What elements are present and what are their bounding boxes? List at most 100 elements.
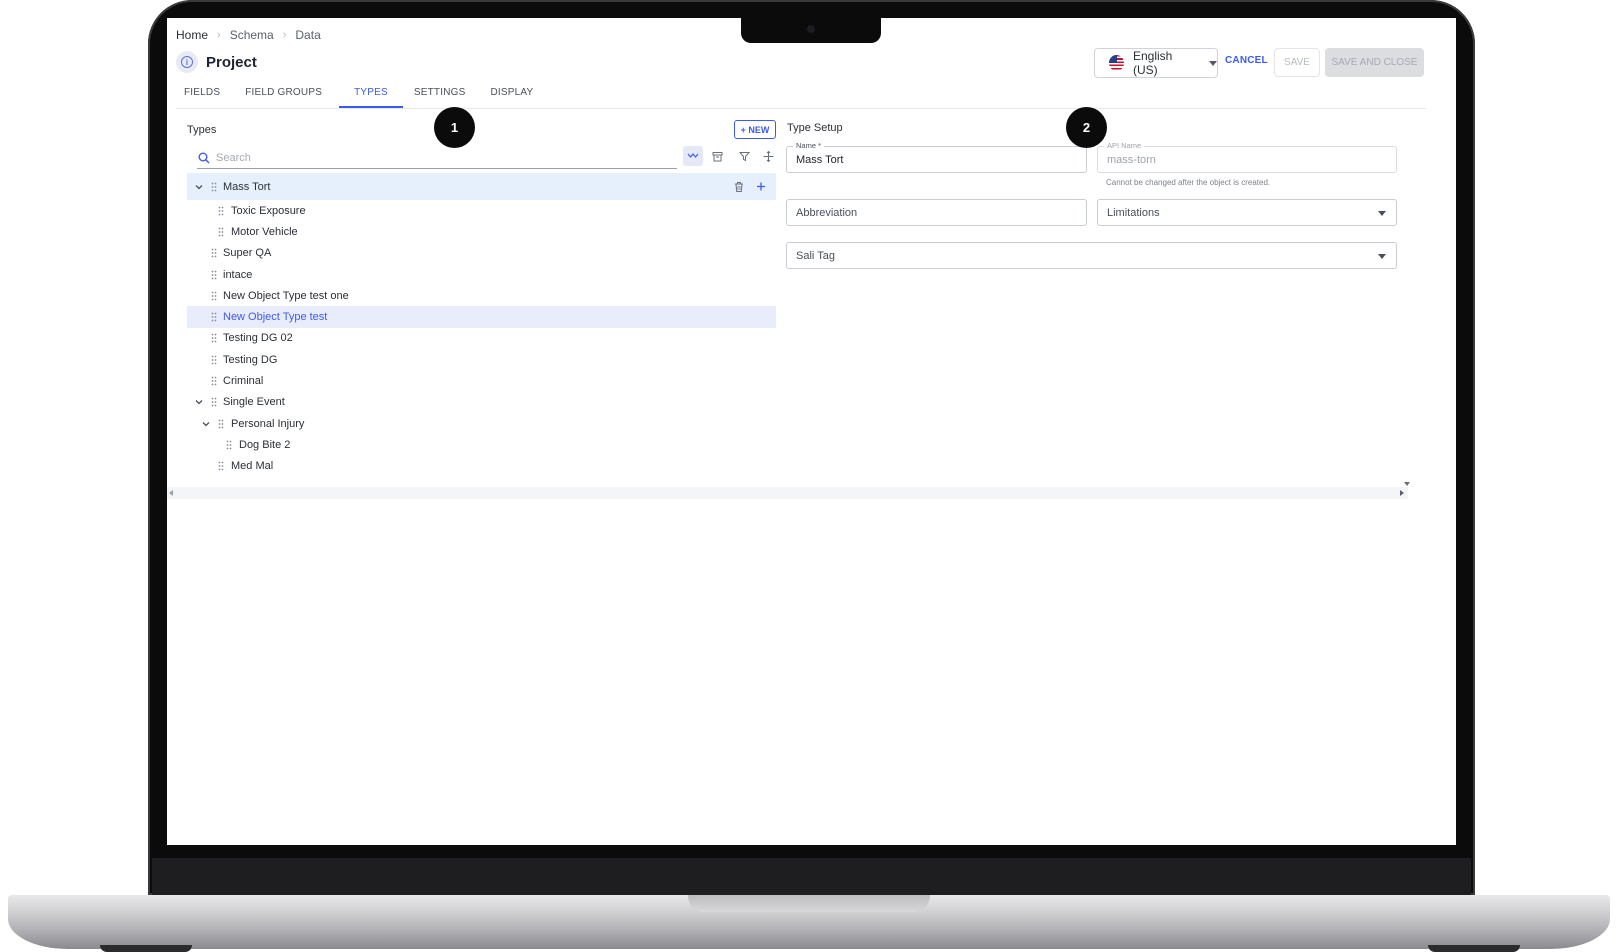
breadcrumb-data[interactable]: Data (295, 28, 320, 42)
breadcrumb-separator-icon: › (282, 29, 287, 41)
abbreviation-field[interactable]: Abbreviation (786, 199, 1087, 226)
search-field (197, 148, 677, 169)
breadcrumb-home[interactable]: Home (176, 28, 208, 42)
save-and-close-button[interactable]: SAVE AND CLOSE (1325, 48, 1424, 77)
laptop-lid-notch (688, 895, 930, 912)
tree-row-personal-injury[interactable]: Personal Injury (187, 413, 776, 434)
tree-row-new-object-type-test-one[interactable]: New Object Type test one (187, 285, 776, 306)
expand-all-button[interactable] (683, 146, 703, 166)
camera-icon (807, 25, 815, 33)
tree-row-label: New Object Type test (223, 311, 328, 324)
info-icon: i (176, 51, 198, 73)
caret-down-icon (1378, 211, 1386, 216)
tree-row-criminal[interactable]: Criminal (187, 370, 776, 391)
language-select[interactable]: English (US) (1094, 48, 1218, 78)
drag-handle-icon[interactable] (211, 182, 217, 192)
drag-handle-icon[interactable] (226, 440, 232, 450)
callout-marker-1: 1 (434, 107, 475, 148)
delete-type-button[interactable] (734, 181, 744, 192)
tree-row-label: intace (223, 268, 253, 281)
title-row: i Project (176, 51, 257, 73)
abbreviation-placeholder: Abbreviation (796, 207, 858, 219)
sali-tag-select[interactable]: Sali Tag (786, 242, 1397, 269)
api-name-field-label: API Name (1104, 141, 1145, 150)
screen: Home › Schema › Data i Project English (… (167, 18, 1456, 845)
archive-button[interactable] (707, 146, 727, 166)
tree-row-super-qa[interactable]: Super QA (187, 243, 776, 264)
laptop-foot-left (100, 945, 192, 952)
tree-row-label: Toxic Exposure (231, 204, 306, 217)
tree-row-label: Testing DG 02 (223, 332, 293, 345)
scroll-right-icon[interactable] (1400, 490, 1404, 496)
scroll-left-icon[interactable] (169, 490, 173, 496)
drag-handle-icon[interactable] (218, 419, 224, 429)
chevron-down-icon[interactable] (194, 397, 204, 407)
camera-notch (741, 18, 881, 43)
cancel-button[interactable]: CANCEL (1225, 55, 1268, 66)
tab-settings[interactable]: SETTINGS (406, 82, 474, 108)
search-icon (198, 152, 210, 164)
tree-row-intace[interactable]: intace (187, 264, 776, 285)
caret-down-icon (1378, 254, 1386, 259)
horizontal-scrollbar[interactable] (167, 487, 1408, 499)
tree-row-label: Dog Bite 2 (239, 438, 291, 451)
tab-field-groups[interactable]: FIELD GROUPS (237, 82, 330, 108)
tree-row-label: Personal Injury (231, 417, 305, 430)
drag-handle-icon[interactable] (218, 227, 224, 237)
sali-tag-placeholder: Sali Tag (796, 250, 835, 262)
tree-row-label: Super QA (223, 247, 272, 260)
tree-row-new-object-type-test[interactable]: New Object Type test (187, 306, 776, 328)
limitations-select[interactable]: Limitations (1097, 199, 1397, 226)
drag-handle-icon[interactable] (211, 397, 217, 407)
api-name-field: API Name mass-torn (1097, 141, 1397, 173)
tab-fields[interactable]: FIELDS (176, 82, 228, 108)
drag-handle-icon[interactable] (211, 270, 217, 280)
drag-handle-icon[interactable] (211, 333, 217, 343)
search-input[interactable] (216, 152, 656, 164)
breadcrumb-separator-icon: › (217, 29, 221, 41)
drag-handle-icon[interactable] (211, 355, 217, 365)
new-type-button[interactable]: + NEW (734, 120, 776, 139)
archive-icon (712, 151, 722, 161)
tab-display[interactable]: DISPLAY (482, 82, 541, 108)
tree-row-motor-vehicle[interactable]: Motor Vehicle (187, 221, 776, 242)
breadcrumb: Home › Schema › Data (176, 28, 321, 42)
drag-handle-icon[interactable] (211, 291, 217, 301)
tree-row-dog-bite-2[interactable]: Dog Bite 2 (187, 434, 776, 455)
add-child-type-button[interactable] (756, 182, 766, 192)
tree-row-label: New Object Type test one (223, 289, 349, 302)
tab-bar: FIELDS FIELD GROUPS TYPES SETTINGS DISPL… (176, 82, 1426, 109)
tab-types[interactable]: TYPES (339, 82, 403, 108)
name-field-label: Name * (793, 141, 825, 150)
name-field[interactable]: Name * Mass Tort (786, 141, 1087, 173)
tree-row-single-event[interactable]: Single Event (187, 392, 776, 413)
row-actions (722, 181, 766, 192)
drag-handle-icon[interactable] (218, 206, 224, 216)
move-button[interactable] (758, 146, 778, 166)
name-field-value: Mass Tort (796, 154, 844, 166)
us-flag-icon (1109, 55, 1124, 71)
save-button[interactable]: SAVE (1274, 48, 1320, 77)
tree-row-label: Mass Tort (223, 180, 271, 193)
move-icon (763, 150, 773, 162)
caret-down-icon (1209, 60, 1217, 66)
drag-handle-icon[interactable] (211, 248, 217, 258)
tree-row-toxic-exposure[interactable]: Toxic Exposure (187, 200, 776, 221)
language-value: English (US) (1132, 49, 1173, 77)
expand-all-icon (687, 153, 699, 158)
limitations-placeholder: Limitations (1107, 207, 1160, 219)
chevron-down-icon[interactable] (201, 419, 211, 429)
tree-row-med-mal[interactable]: Med Mal (187, 456, 776, 477)
drag-handle-icon[interactable] (211, 376, 217, 386)
filter-button[interactable] (734, 146, 754, 166)
breadcrumb-schema[interactable]: Schema (230, 28, 274, 42)
chevron-down-icon[interactable] (194, 182, 204, 192)
filter-icon (738, 151, 750, 161)
tree-row-testing-dg-02[interactable]: Testing DG 02 (187, 328, 776, 349)
drag-handle-icon[interactable] (211, 312, 217, 322)
api-name-helper-text: Cannot be changed after the object is cr… (1106, 178, 1271, 187)
tree-row-mass-tort[interactable]: Mass Tort (187, 173, 776, 200)
tree-row-testing-dg[interactable]: Testing DG (187, 349, 776, 370)
scroll-down-icon[interactable] (1404, 482, 1410, 486)
drag-handle-icon[interactable] (218, 461, 224, 471)
